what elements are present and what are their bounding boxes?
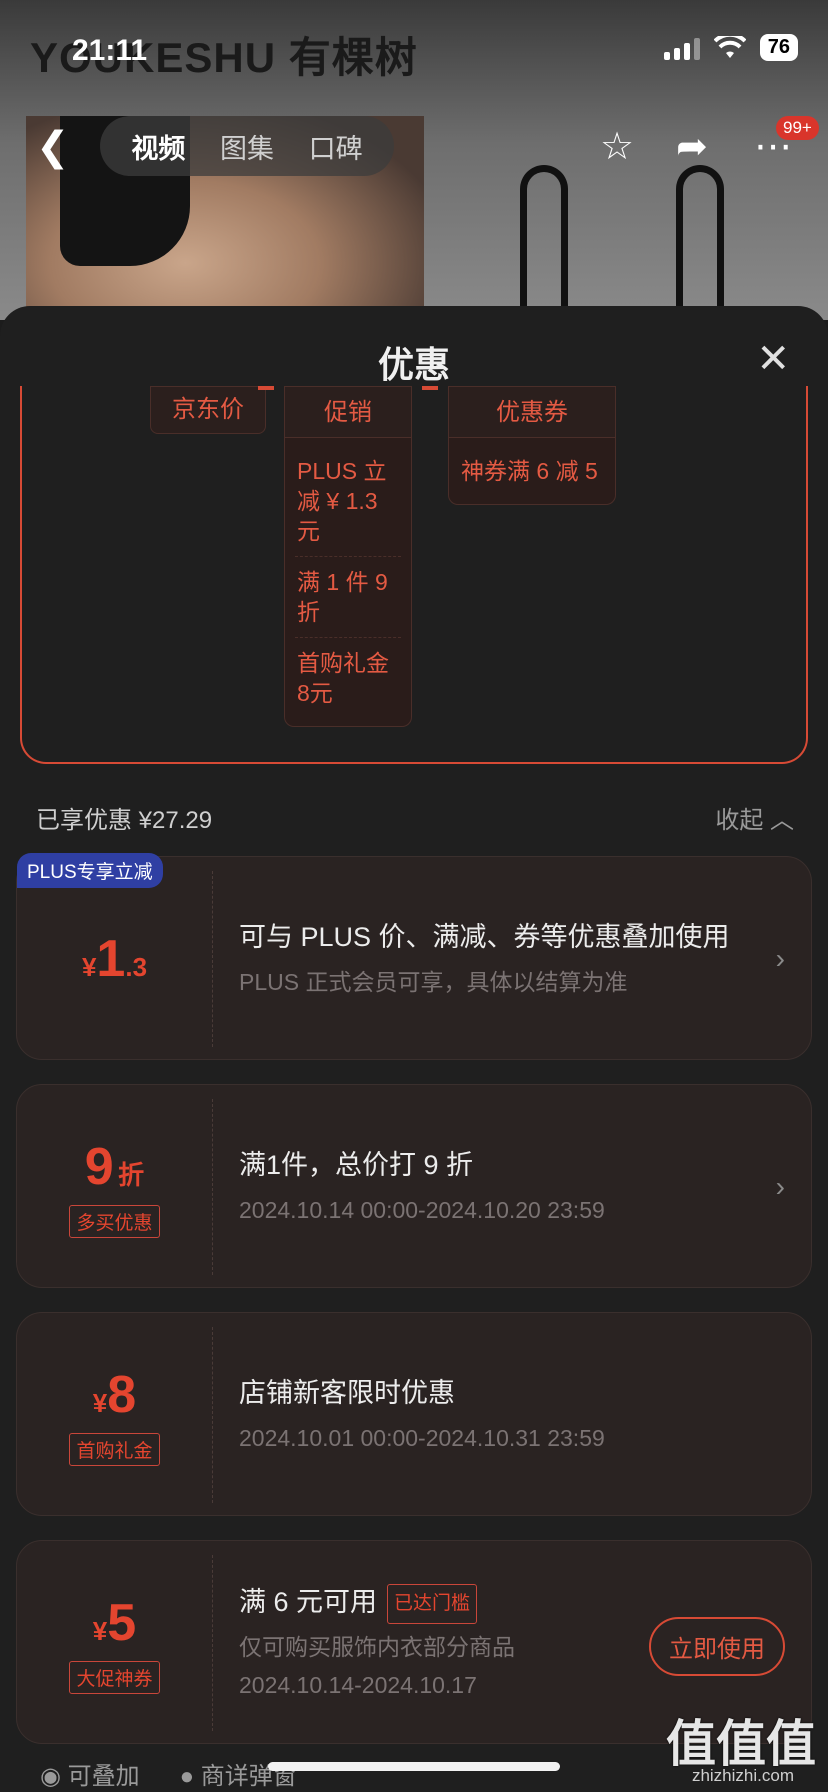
card-title: 店铺新客限时优惠 (239, 1378, 455, 1408)
currency-symbol: ¥ (92, 1615, 108, 1646)
status-time: 21:11 (72, 34, 148, 67)
card-title: 可与 PLUS 价、满减、券等优惠叠加使用 (239, 922, 730, 952)
threshold-reached-tag: 已达门槛 (387, 1584, 478, 1624)
amount-value: ¥5 (93, 1593, 136, 1653)
discount-card-bulk[interactable]: 9 折 多买优惠 满1件，总价打 9 折 2024.10.14 00:00-20… (16, 1084, 812, 1288)
message-count-badge: 99+ (776, 116, 819, 140)
wifi-icon (713, 35, 746, 58)
stack-icon: ◉ (40, 1763, 61, 1790)
card-validity: 2024.10.14-2024.10.17 (239, 1672, 477, 1698)
card-amount: 9 折 多买优惠 (17, 1099, 213, 1275)
promotion-items: PLUS 立减 ¥ 1.3元 满 1 件 9 折 首购礼金 8元 (284, 438, 412, 727)
collapse-button[interactable]: 收起 ︿ (715, 800, 794, 835)
card-content: 满 6 元可用 已达门槛 仅可购买服饰内衣部分商品 2024.10.14-2024… (239, 1541, 641, 1745)
price-breakdown: 京东价 促销 PLUS 立减 ¥ 1.3元 满 1 件 9 折 首购礼金 8元 … (20, 386, 808, 764)
amount-integer: 8 (107, 1365, 137, 1424)
card-tag: 首购礼金 (69, 1432, 160, 1466)
promotion-label: 促销 (284, 386, 412, 438)
card-amount: ¥8 首购礼金 (17, 1327, 213, 1503)
tab-gallery[interactable]: 图集 (220, 127, 274, 166)
card-subtitle: PLUS 正式会员可享，具体以结算为准 (239, 969, 628, 995)
promotion-item: 满 1 件 9 折 (295, 557, 401, 638)
promotion-item: PLUS 立减 ¥ 1.3元 (295, 446, 401, 557)
card-content: 满1件，总价打 9 折 2024.10.14 00:00-2024.10.20 … (239, 1085, 751, 1289)
status-indicators: 76 (663, 34, 798, 61)
media-tabs: 视频 图集 口碑 (100, 116, 394, 176)
collapse-label: 收起 (715, 807, 764, 834)
jd-price-label: 京东价 (150, 386, 266, 434)
amount-integer: 5 (107, 1593, 137, 1652)
amount-value: 9 折 (85, 1137, 144, 1197)
promotion-column: 促销 PLUS 立减 ¥ 1.3元 满 1 件 9 折 首购礼金 8元 (284, 386, 412, 727)
currency-symbol: ¥ (81, 952, 97, 982)
hanger-strap-right (676, 165, 724, 320)
close-icon[interactable]: ✕ (756, 336, 790, 382)
coupon-items: 神券满 6 减 5 (448, 438, 616, 505)
jd-price-column: 京东价 (150, 386, 266, 434)
coupon-item: 神券满 6 减 5 (461, 458, 598, 484)
signal-icon (663, 36, 700, 60)
amount-integer: 9 (84, 1137, 114, 1196)
coupon-column: 优惠券 神券满 6 减 5 (448, 386, 616, 505)
discount-card-newcustomer[interactable]: ¥8 首购礼金 店铺新客限时优惠 2024.10.01 00:00-2024.1… (16, 1312, 812, 1516)
card-subtitle: 仅可购买服饰内衣部分商品 (239, 1634, 515, 1660)
discount-card-plus[interactable]: PLUS专享立减 ¥1.3 可与 PLUS 价、满减、券等优惠叠加使用 PLUS… (16, 853, 812, 1061)
amount-decimal: .3 (125, 952, 148, 982)
enjoyed-discount: 已享优惠 ¥27.29 (36, 807, 213, 834)
star-icon[interactable]: ☆ (600, 124, 634, 169)
stackable-label: 可叠加 (67, 1763, 140, 1790)
connector (422, 386, 438, 390)
watermark-url: zhizhizhi.com (691, 1766, 794, 1785)
chevron-right-icon[interactable]: › (776, 1171, 785, 1203)
bottom-options: ◉ 可叠加 ● 商详弹窗 (40, 1756, 297, 1791)
amount-value: ¥8 (93, 1365, 136, 1425)
amount-integer: 1 (96, 930, 126, 988)
tab-video[interactable]: 视频 (131, 127, 185, 166)
share-icon[interactable]: ➦ (676, 124, 708, 169)
popup-icon: ● (179, 1763, 195, 1790)
coupon-label: 优惠券 (448, 386, 616, 438)
promotion-item: 首购礼金 8元 (297, 650, 389, 706)
chevron-right-icon[interactable]: › (776, 943, 785, 975)
chevron-up-icon: ︿ (770, 807, 794, 834)
card-title-row: 满 6 元可用 已达门槛 (239, 1584, 641, 1624)
amount-unit: 折 (118, 1159, 145, 1190)
hanger-strap-left (520, 165, 568, 320)
card-content: 可与 PLUS 价、满减、券等优惠叠加使用 PLUS 正式会员可享，具体以结算为… (239, 857, 751, 1061)
card-title: 满1件，总价打 9 折 (239, 1150, 474, 1180)
back-icon[interactable]: ❮ (36, 124, 70, 170)
card-subtitle: 2024.10.01 00:00-2024.10.31 23:59 (239, 1425, 605, 1451)
currency-symbol: ¥ (92, 1387, 108, 1418)
sheet-title: 优惠 (377, 344, 450, 385)
home-indicator (268, 1762, 560, 1771)
card-tag: 大促神券 (69, 1660, 160, 1694)
card-title: 满 6 元可用 (239, 1587, 378, 1618)
stackable-option[interactable]: ◉ 可叠加 (40, 1756, 140, 1791)
card-tag: 多买优惠 (69, 1204, 160, 1238)
amount-value: ¥1.3 (82, 929, 147, 989)
card-content: 店铺新客限时优惠 2024.10.01 00:00-2024.10.31 23:… (239, 1313, 751, 1517)
battery-indicator: 76 (759, 34, 798, 61)
tab-reviews[interactable]: 口碑 (309, 127, 363, 166)
card-subtitle: 2024.10.14 00:00-2024.10.20 23:59 (239, 1197, 605, 1223)
use-now-button[interactable]: 立即使用 (649, 1617, 785, 1676)
connector (258, 386, 274, 390)
card-amount: ¥5 大促神券 (17, 1555, 213, 1731)
card-amount: ¥1.3 (17, 871, 213, 1047)
